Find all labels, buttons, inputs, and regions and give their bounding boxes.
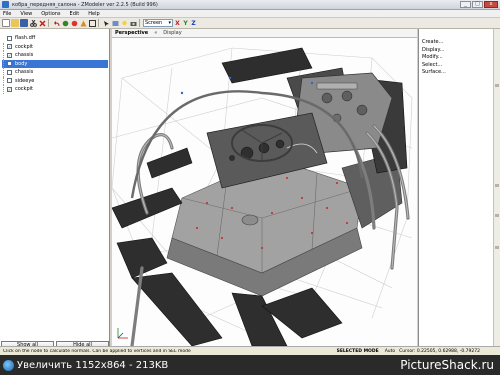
cut-icon[interactable] — [29, 19, 37, 27]
axis-y-toggle[interactable]: Y — [182, 19, 189, 27]
viewport-3d[interactable] — [112, 38, 417, 346]
tree-line — [3, 68, 6, 77]
axis-gizmo — [117, 328, 128, 339]
scroll-thumb[interactable] — [495, 214, 499, 217]
checkbox-checked-icon[interactable]: ✓ — [7, 44, 12, 50]
tree-line — [3, 59, 6, 68]
tree-item-label: body — [15, 60, 28, 67]
tree-item-label: chassis — [15, 69, 34, 76]
watermark-enlarge-link[interactable]: Увеличить 1152x864 - 213KB — [17, 360, 400, 371]
status-message: Click on the node to calculate normals. … — [3, 348, 191, 354]
zoom-icon[interactable] — [3, 359, 14, 371]
tree-item-label: cockpit — [15, 86, 33, 93]
window-controls: _ □ x — [460, 1, 498, 8]
scale-icon[interactable] — [88, 19, 96, 27]
command-select[interactable]: Select... — [422, 62, 446, 70]
camera-icon[interactable] — [129, 19, 137, 27]
tree-item-label: sideeye — [15, 77, 35, 84]
tab-perspective[interactable]: Perspective — [115, 30, 148, 36]
viewport-header: Perspective « Display — [112, 29, 417, 38]
scroll-thumb[interactable] — [495, 184, 499, 187]
status-mode: SELECTED MODE — [336, 348, 379, 354]
menu-edit[interactable]: Edit — [70, 11, 80, 17]
tree-line — [3, 42, 6, 51]
tree-item-label: flash.dff — [15, 35, 36, 42]
space-select[interactable]: Screen ▾ — [143, 19, 173, 27]
viewport-menu-icon[interactable]: « — [154, 30, 157, 36]
toolbar-separator — [98, 19, 100, 27]
tree-line — [3, 85, 6, 94]
tree-item[interactable]: ✓ cockpit — [2, 42, 108, 51]
tree-line — [3, 51, 6, 60]
command-surface[interactable]: Surface... — [422, 69, 446, 77]
checkbox-checked-icon[interactable]: ✓ — [7, 52, 12, 58]
status-auto[interactable]: Auto — [385, 349, 395, 354]
open-icon[interactable] — [11, 19, 19, 27]
checkbox-icon[interactable] — [7, 78, 12, 84]
toolbar-separator — [139, 19, 141, 27]
status-cursor: Cursor: 0.22505, 0.62988, -0.79272 — [399, 348, 480, 354]
redo-icon[interactable] — [61, 19, 69, 27]
new-icon[interactable] — [2, 19, 10, 27]
move-icon[interactable] — [70, 19, 78, 27]
menu-bar: File View Options Edit Help — [0, 10, 500, 18]
tree-item-selected[interactable]: body — [2, 59, 108, 68]
menu-view[interactable]: View — [20, 11, 32, 17]
tree-item-label: chassis — [15, 52, 34, 59]
toolbar-separator — [48, 19, 50, 27]
tree-item[interactable]: chassis — [2, 68, 108, 77]
menu-options[interactable]: Options — [41, 11, 60, 17]
maximize-button[interactable]: □ — [472, 1, 483, 8]
command-display[interactable]: Display... — [422, 47, 446, 55]
command-modify[interactable]: Modify... — [422, 54, 446, 62]
model-render — [112, 47, 413, 346]
delete-icon[interactable] — [38, 19, 46, 27]
rotate-icon[interactable] — [79, 19, 87, 27]
checkbox-checked-icon[interactable]: ✓ — [7, 86, 12, 92]
scroll-thumb[interactable] — [495, 246, 499, 249]
minimize-button[interactable]: _ — [460, 1, 471, 8]
checkbox-icon[interactable] — [7, 35, 12, 41]
menu-help[interactable]: Help — [88, 11, 99, 17]
command-scrollbar[interactable] — [493, 29, 500, 346]
scroll-thumb[interactable] — [495, 84, 499, 87]
app-icon — [2, 1, 9, 8]
chevron-down-icon: ▾ — [168, 20, 171, 26]
axis-x-toggle[interactable]: X — [174, 19, 181, 27]
light-icon[interactable] — [120, 19, 128, 27]
command-create[interactable]: Create... — [422, 39, 446, 47]
save-icon[interactable] — [20, 19, 28, 27]
tree-item-root[interactable]: flash.dff — [2, 34, 108, 43]
render-icon[interactable] — [111, 19, 119, 27]
checkbox-icon[interactable] — [7, 69, 12, 75]
space-select-value: Screen — [145, 20, 163, 26]
watermark-bar: Увеличить 1152x864 - 213KB PictureShack.… — [0, 355, 500, 375]
tree-item[interactable]: sideeye — [2, 76, 108, 85]
tree-item[interactable]: ✓ chassis — [2, 51, 108, 60]
object-tree-panel: flash.dff ✓ cockpit ✓ chassis body chass… — [0, 29, 110, 349]
tree-line — [3, 76, 6, 85]
undo-icon[interactable] — [52, 19, 60, 27]
window-title: кобра_передняя_салона - ZModeler ver 2.2… — [12, 1, 158, 8]
tree-item[interactable]: ✓ cockpit — [2, 85, 108, 94]
watermark-site[interactable]: PictureShack.ru — [400, 358, 494, 372]
object-tree: flash.dff ✓ cockpit ✓ chassis body chass… — [2, 34, 108, 94]
tree-item-label: cockpit — [15, 43, 33, 50]
tab-display[interactable]: Display — [163, 30, 181, 36]
status-bar: Click on the node to calculate normals. … — [0, 346, 500, 355]
title-bar: кобра_передняя_салона - ZModeler ver 2.2… — [0, 0, 500, 10]
menu-file[interactable]: File — [3, 11, 11, 17]
select-icon[interactable] — [102, 19, 110, 27]
toolbar: Screen ▾ X Y Z — [0, 18, 500, 29]
axis-z-toggle[interactable]: Z — [190, 19, 197, 27]
command-list: Create... Display... Modify... Select...… — [422, 39, 446, 77]
command-panel: Create... Display... Modify... Select...… — [418, 29, 500, 346]
checkbox-icon[interactable] — [7, 61, 12, 67]
close-button[interactable]: x — [484, 1, 498, 8]
